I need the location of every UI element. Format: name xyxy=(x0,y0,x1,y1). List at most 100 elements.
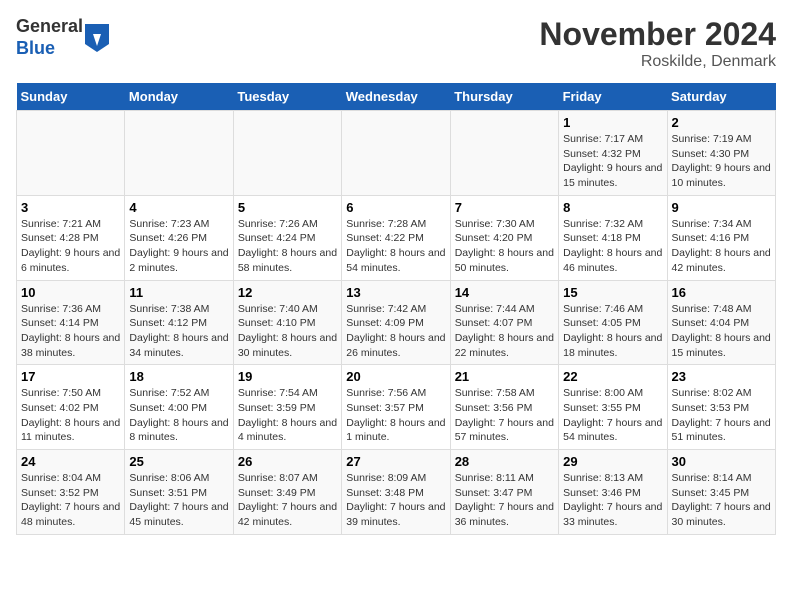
day-number: 4 xyxy=(129,200,228,215)
logo: General Blue xyxy=(16,16,109,59)
day-info: Sunrise: 7:48 AM Sunset: 4:04 PM Dayligh… xyxy=(672,302,771,361)
day-number: 13 xyxy=(346,285,445,300)
day-info: Sunrise: 8:04 AM Sunset: 3:52 PM Dayligh… xyxy=(21,471,120,530)
day-cell xyxy=(342,111,450,196)
day-info: Sunrise: 7:21 AM Sunset: 4:28 PM Dayligh… xyxy=(21,217,120,276)
day-number: 11 xyxy=(129,285,228,300)
day-cell: 19 Sunrise: 7:54 AM Sunset: 3:59 PM Dayli… xyxy=(233,365,341,450)
day-info: Sunrise: 7:17 AM Sunset: 4:32 PM Dayligh… xyxy=(563,132,662,191)
day-info: Sunrise: 8:09 AM Sunset: 3:48 PM Dayligh… xyxy=(346,471,445,530)
day-info: Sunrise: 8:13 AM Sunset: 3:46 PM Dayligh… xyxy=(563,471,662,530)
day-cell: 6 Sunrise: 7:28 AM Sunset: 4:22 PM Daylig… xyxy=(342,195,450,280)
day-cell: 4 Sunrise: 7:23 AM Sunset: 4:26 PM Daylig… xyxy=(125,195,233,280)
logo-icon xyxy=(85,24,109,52)
day-number: 30 xyxy=(672,454,771,469)
day-cell: 11 Sunrise: 7:38 AM Sunset: 4:12 PM Dayli… xyxy=(125,280,233,365)
day-number: 3 xyxy=(21,200,120,215)
title-section: November 2024 Roskilde, Denmark xyxy=(539,16,776,71)
day-info: Sunrise: 7:32 AM Sunset: 4:18 PM Dayligh… xyxy=(563,217,662,276)
day-cell: 16 Sunrise: 7:48 AM Sunset: 4:04 PM Dayli… xyxy=(667,280,775,365)
day-number: 9 xyxy=(672,200,771,215)
day-number: 25 xyxy=(129,454,228,469)
day-info: Sunrise: 8:06 AM Sunset: 3:51 PM Dayligh… xyxy=(129,471,228,530)
day-cell: 5 Sunrise: 7:26 AM Sunset: 4:24 PM Daylig… xyxy=(233,195,341,280)
col-sunday: Sunday xyxy=(17,83,125,111)
day-cell xyxy=(17,111,125,196)
col-thursday: Thursday xyxy=(450,83,558,111)
day-number: 6 xyxy=(346,200,445,215)
day-info: Sunrise: 7:38 AM Sunset: 4:12 PM Dayligh… xyxy=(129,302,228,361)
day-number: 29 xyxy=(563,454,662,469)
day-cell xyxy=(233,111,341,196)
week-row-3: 10 Sunrise: 7:36 AM Sunset: 4:14 PM Dayli… xyxy=(17,280,776,365)
day-number: 20 xyxy=(346,369,445,384)
logo-blue: Blue xyxy=(16,38,55,58)
day-info: Sunrise: 7:56 AM Sunset: 3:57 PM Dayligh… xyxy=(346,386,445,445)
day-info: Sunrise: 7:58 AM Sunset: 3:56 PM Dayligh… xyxy=(455,386,554,445)
day-cell: 21 Sunrise: 7:58 AM Sunset: 3:56 PM Dayli… xyxy=(450,365,558,450)
col-tuesday: Tuesday xyxy=(233,83,341,111)
day-info: Sunrise: 7:28 AM Sunset: 4:22 PM Dayligh… xyxy=(346,217,445,276)
day-cell: 12Sunrise: 7:40 AM Sunset: 4:10 PM Dayli… xyxy=(233,280,341,365)
week-row-5: 24Sunrise: 8:04 AM Sunset: 3:52 PM Dayli… xyxy=(17,450,776,535)
day-cell: 14 Sunrise: 7:44 AM Sunset: 4:07 PM Dayli… xyxy=(450,280,558,365)
day-number: 10 xyxy=(21,285,120,300)
day-cell xyxy=(125,111,233,196)
day-info: Sunrise: 7:30 AM Sunset: 4:20 PM Dayligh… xyxy=(455,217,554,276)
col-saturday: Saturday xyxy=(667,83,775,111)
day-info: Sunrise: 8:14 AM Sunset: 3:45 PM Dayligh… xyxy=(672,471,771,530)
day-cell: 1 Sunrise: 7:17 AM Sunset: 4:32 PM Daylig… xyxy=(559,111,667,196)
day-number: 14 xyxy=(455,285,554,300)
calendar-body: 1 Sunrise: 7:17 AM Sunset: 4:32 PM Daylig… xyxy=(17,111,776,535)
week-row-1: 1 Sunrise: 7:17 AM Sunset: 4:32 PM Daylig… xyxy=(17,111,776,196)
day-number: 1 xyxy=(563,115,662,130)
day-number: 21 xyxy=(455,369,554,384)
day-info: Sunrise: 7:23 AM Sunset: 4:26 PM Dayligh… xyxy=(129,217,228,276)
day-cell: 23Sunrise: 8:02 AM Sunset: 3:53 PM Dayli… xyxy=(667,365,775,450)
week-row-4: 17 Sunrise: 7:50 AM Sunset: 4:02 PM Dayli… xyxy=(17,365,776,450)
day-number: 27 xyxy=(346,454,445,469)
day-info: Sunrise: 7:44 AM Sunset: 4:07 PM Dayligh… xyxy=(455,302,554,361)
day-info: Sunrise: 7:54 AM Sunset: 3:59 PM Dayligh… xyxy=(238,386,337,445)
day-cell: 7 Sunrise: 7:30 AM Sunset: 4:20 PM Daylig… xyxy=(450,195,558,280)
day-cell: 30 Sunrise: 8:14 AM Sunset: 3:45 PM Dayli… xyxy=(667,450,775,535)
day-cell: 20 Sunrise: 7:56 AM Sunset: 3:57 PM Dayli… xyxy=(342,365,450,450)
day-number: 19 xyxy=(238,369,337,384)
day-cell: 10 Sunrise: 7:36 AM Sunset: 4:14 PM Dayli… xyxy=(17,280,125,365)
day-number: 12 xyxy=(238,285,337,300)
day-info: Sunrise: 7:34 AM Sunset: 4:16 PM Dayligh… xyxy=(672,217,771,276)
day-number: 17 xyxy=(21,369,120,384)
col-wednesday: Wednesday xyxy=(342,83,450,111)
day-cell: 22 Sunrise: 8:00 AM Sunset: 3:55 PM Dayli… xyxy=(559,365,667,450)
day-number: 2 xyxy=(672,115,771,130)
day-info: Sunrise: 8:11 AM Sunset: 3:47 PM Dayligh… xyxy=(455,471,554,530)
day-info: Sunrise: 7:52 AM Sunset: 4:00 PM Dayligh… xyxy=(129,386,228,445)
day-info: Sunrise: 7:26 AM Sunset: 4:24 PM Dayligh… xyxy=(238,217,337,276)
day-number: 16 xyxy=(672,285,771,300)
day-number: 22 xyxy=(563,369,662,384)
day-cell: 25 Sunrise: 8:06 AM Sunset: 3:51 PM Dayli… xyxy=(125,450,233,535)
calendar-table: Sunday Monday Tuesday Wednesday Thursday… xyxy=(16,83,776,535)
day-cell: 13 Sunrise: 7:42 AM Sunset: 4:09 PM Dayli… xyxy=(342,280,450,365)
page-header: General Blue November 2024 Roskilde, Den… xyxy=(16,16,776,71)
day-number: 7 xyxy=(455,200,554,215)
day-info: Sunrise: 7:50 AM Sunset: 4:02 PM Dayligh… xyxy=(21,386,120,445)
col-friday: Friday xyxy=(559,83,667,111)
day-cell: 26Sunrise: 8:07 AM Sunset: 3:49 PM Dayli… xyxy=(233,450,341,535)
day-info: Sunrise: 8:02 AM Sunset: 3:53 PM Dayligh… xyxy=(672,386,771,445)
day-info: Sunrise: 7:36 AM Sunset: 4:14 PM Dayligh… xyxy=(21,302,120,361)
day-cell xyxy=(450,111,558,196)
day-info: Sunrise: 8:00 AM Sunset: 3:55 PM Dayligh… xyxy=(563,386,662,445)
day-cell: 28 Sunrise: 8:11 AM Sunset: 3:47 PM Dayli… xyxy=(450,450,558,535)
day-info: Sunrise: 7:19 AM Sunset: 4:30 PM Dayligh… xyxy=(672,132,771,191)
header-row: Sunday Monday Tuesday Wednesday Thursday… xyxy=(17,83,776,111)
week-row-2: 3 Sunrise: 7:21 AM Sunset: 4:28 PM Daylig… xyxy=(17,195,776,280)
day-info: Sunrise: 7:42 AM Sunset: 4:09 PM Dayligh… xyxy=(346,302,445,361)
day-number: 8 xyxy=(563,200,662,215)
location: Roskilde, Denmark xyxy=(539,53,776,71)
logo-general: General xyxy=(16,16,83,36)
day-number: 28 xyxy=(455,454,554,469)
day-number: 5 xyxy=(238,200,337,215)
day-cell: 29 Sunrise: 8:13 AM Sunset: 3:46 PM Dayli… xyxy=(559,450,667,535)
logo-text: General Blue xyxy=(16,16,83,59)
